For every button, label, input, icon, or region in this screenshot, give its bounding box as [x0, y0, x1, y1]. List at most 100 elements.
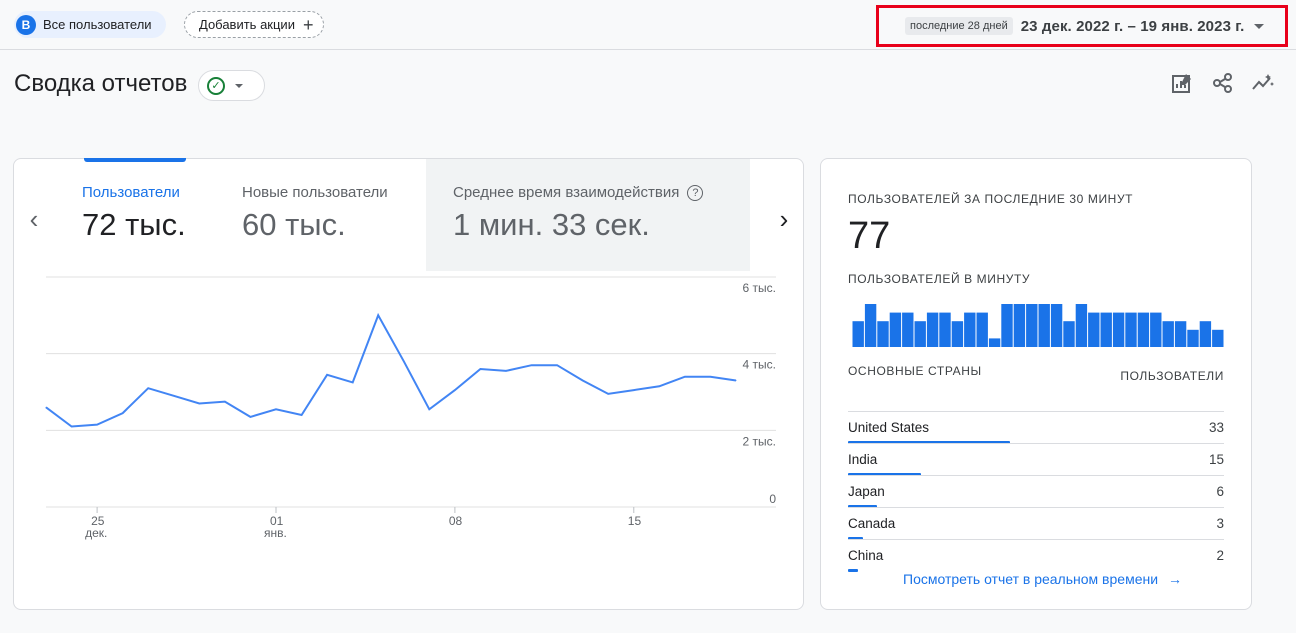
per-minute-bar	[951, 321, 964, 347]
y-tick-label: 6 тыс.	[743, 281, 776, 295]
countries-column-label: ОСНОВНЫЕ СТРАНЫ	[848, 364, 982, 378]
arrow-right-icon: →	[1168, 571, 1183, 587]
x-tick-month-label: дек.	[85, 526, 107, 540]
per-minute-bar	[852, 321, 864, 347]
data-point	[479, 368, 481, 370]
data-point	[454, 389, 456, 391]
per-minute-bar	[1187, 329, 1199, 347]
country-row[interactable]: China 2	[848, 539, 1224, 572]
data-point	[658, 385, 660, 387]
per-minute-bar	[1199, 321, 1212, 347]
data-point	[71, 426, 73, 427]
country-users: 2	[1216, 548, 1224, 563]
data-point	[326, 374, 328, 376]
overview-card: ‹ Пользователи 72 тыс. Новые пользовател…	[13, 158, 804, 610]
country-name: India	[848, 452, 878, 467]
per-minute-bar	[1026, 304, 1038, 347]
metric-tab-engagement-time[interactable]: Среднее время взаимодействия ? 1 мин. 33…	[426, 159, 750, 271]
per-minute-bar	[1100, 312, 1112, 347]
segment-label: Все пользователи	[43, 17, 152, 32]
data-point	[684, 376, 686, 378]
top-bar: В Все пользователи Добавить акции + посл…	[0, 0, 1296, 50]
country-users: 15	[1208, 452, 1224, 467]
realtime-report-link[interactable]: Посмотреть отчет в реальном времени →	[903, 571, 1182, 587]
customize-report-icon[interactable]	[1169, 70, 1195, 96]
per-minute-bar	[988, 338, 1001, 347]
per-minute-bar	[964, 312, 976, 347]
y-tick-label: 4 тыс.	[743, 358, 776, 372]
country-row[interactable]: United States 33	[848, 411, 1224, 444]
data-point	[249, 416, 251, 418]
report-status-dropdown[interactable]: ✓	[198, 70, 265, 101]
x-tick-label: 08	[449, 514, 463, 528]
data-point	[96, 424, 98, 426]
per-minute-bar	[1137, 312, 1150, 347]
segment-chip[interactable]: В Все пользователи	[14, 11, 166, 38]
chevron-left-icon[interactable]: ‹	[22, 204, 46, 235]
metric-label-row: Среднее время взаимодействия ?	[453, 184, 750, 201]
plus-icon: +	[302, 14, 314, 35]
date-range-picker[interactable]: последние 28 дней 23 дек. 2022 г. – 19 я…	[876, 5, 1288, 47]
per-minute-bar	[864, 304, 877, 347]
per-minute-bar	[1150, 312, 1162, 347]
data-point	[45, 406, 47, 408]
data-point	[709, 376, 711, 378]
country-row[interactable]: Canada 3	[848, 507, 1224, 540]
users-column-label: ПОЛЬЗОВАТЕЛИ	[1120, 369, 1224, 383]
per-minute-bar	[976, 312, 988, 347]
country-row[interactable]: Japan 6	[848, 475, 1224, 508]
insights-icon[interactable]	[1250, 70, 1276, 96]
data-point	[147, 387, 149, 389]
per-minute-bar	[1212, 329, 1224, 347]
data-point	[122, 412, 124, 414]
realtime-report-link-label: Посмотреть отчет в реальном времени	[903, 571, 1159, 587]
segment-avatar: В	[16, 14, 36, 35]
per-minute-bar	[1013, 304, 1026, 347]
metric-label: Среднее время взаимодействия	[453, 184, 680, 201]
per-minute-bar	[1050, 304, 1063, 347]
country-row[interactable]: India 15	[848, 443, 1224, 476]
chevron-down-icon	[1254, 23, 1265, 29]
per-minute-bar	[926, 312, 939, 347]
per-minute-bar-chart	[852, 304, 1224, 347]
per-minute-bar	[1063, 321, 1075, 347]
data-point	[582, 380, 584, 381]
per-minute-bar	[914, 321, 926, 347]
chevron-right-icon[interactable]: ›	[772, 204, 796, 235]
y-tick-label: 0	[769, 492, 776, 506]
data-point	[224, 401, 226, 403]
per-minute-bar	[1112, 312, 1125, 347]
data-point	[173, 395, 175, 397]
metric-tab-users[interactable]: Пользователи 72 тыс.	[82, 159, 186, 271]
country-name: United States	[848, 420, 930, 435]
series-line-users	[45, 312, 737, 428]
country-name: Japan	[848, 484, 885, 499]
country-users: 6	[1216, 484, 1224, 499]
per-minute-bar	[1125, 312, 1137, 347]
per-minute-bar	[1001, 304, 1013, 347]
data-point	[377, 314, 379, 316]
country-users: 3	[1216, 516, 1224, 531]
chevron-down-icon	[235, 83, 243, 88]
check-circle-icon: ✓	[207, 76, 225, 95]
per-minute-bar	[1174, 321, 1187, 347]
per-minute-bar	[902, 312, 914, 347]
metric-value: 1 мин. 33 сек.	[453, 207, 650, 242]
data-point	[633, 389, 635, 391]
data-point	[607, 393, 609, 395]
metric-tab-new-users[interactable]: Новые пользователи 60 тыс.	[242, 159, 388, 271]
help-icon[interactable]: ?	[687, 184, 704, 201]
add-comparison-button[interactable]: Добавить акции +	[184, 11, 325, 38]
per-minute-bar	[1075, 304, 1088, 347]
x-tick-month-label: янв.	[264, 526, 287, 540]
per-minute-bar	[877, 321, 889, 347]
metric-value: 72 тыс.	[82, 207, 186, 242]
country-name: China	[848, 548, 884, 563]
per-minute-bar	[1162, 321, 1174, 347]
per-minute-title: ПОЛЬЗОВАТЕЛЕЙ В МИНУТУ	[848, 272, 1031, 286]
data-point	[301, 414, 303, 416]
data-point	[531, 364, 533, 366]
share-icon[interactable]	[1210, 70, 1236, 96]
data-point	[403, 360, 405, 362]
metric-label: Пользователи	[82, 184, 180, 201]
